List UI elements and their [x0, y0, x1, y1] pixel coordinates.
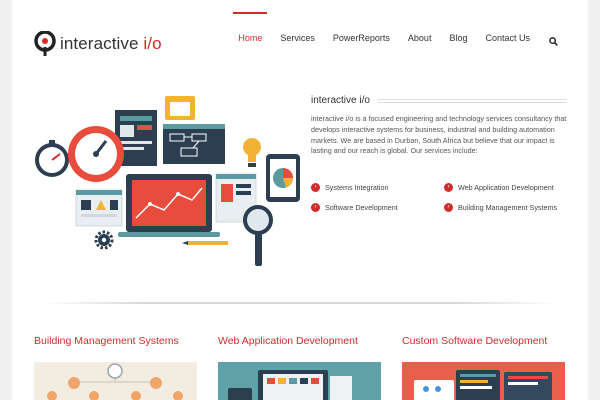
site-logo[interactable]: interactive i/o — [34, 29, 162, 59]
column-title-custom-software[interactable]: Custom Software Development — [402, 335, 547, 347]
search-button[interactable] — [539, 12, 558, 51]
page: interactive i/o Home Services PowerRepor… — [12, 0, 588, 400]
logo-text: interactive i/o — [60, 34, 162, 54]
nav-home[interactable]: Home — [229, 12, 271, 63]
service-label: Systems Integration — [325, 183, 389, 192]
logo-text-accent: i/o — [143, 34, 162, 53]
chevron-right-icon: › — [311, 183, 320, 192]
search-icon — [549, 37, 558, 46]
nav-blog[interactable]: Blog — [440, 12, 476, 63]
tablet-pie-icon — [266, 154, 300, 202]
service-label: Software Development — [325, 203, 398, 212]
service-link-web-application-development[interactable]: › Web Application Development — [444, 183, 554, 192]
web-application-thumbnail[interactable] — [218, 362, 381, 400]
nav-contact-us[interactable]: Contact Us — [476, 12, 539, 63]
column-title-web-application[interactable]: Web Application Development — [218, 335, 358, 347]
hero-illustration — [35, 96, 300, 266]
pencil-icon — [182, 241, 228, 245]
service-label: Web Application Development — [458, 183, 554, 192]
intro-title: interactive i/o — [311, 95, 567, 106]
logo-text-main: interactive — [60, 34, 144, 53]
stopwatch-icon — [35, 140, 69, 177]
service-link-building-management-systems[interactable]: › Building Management Systems — [444, 203, 557, 212]
title-rule — [377, 98, 567, 103]
chevron-right-icon: › — [311, 203, 320, 212]
intro-paragraph: interactive i/o is a focused engineering… — [311, 114, 567, 156]
main-nav: Home Services PowerReports About Blog Co… — [229, 12, 558, 63]
logo-icon — [34, 31, 56, 56]
nav-powerreports[interactable]: PowerReports — [324, 12, 399, 63]
chevron-right-icon: › — [444, 203, 453, 212]
service-link-systems-integration[interactable]: › Systems Integration — [311, 183, 389, 192]
service-label: Building Management Systems — [458, 203, 558, 212]
chevron-right-icon: › — [444, 183, 453, 192]
gear-icon — [94, 230, 114, 250]
section-divider — [42, 302, 558, 304]
magnifier-icon — [243, 205, 273, 266]
lightbulb-icon — [243, 138, 261, 167]
custom-software-thumbnail[interactable] — [402, 362, 565, 400]
flowchart-card-icon — [163, 124, 225, 164]
gauge-icon — [68, 126, 124, 182]
nav-about[interactable]: About — [399, 12, 441, 63]
column-title-building-management[interactable]: Building Management Systems — [34, 335, 179, 347]
building-management-thumbnail[interactable] — [34, 362, 197, 400]
nav-services[interactable]: Services — [271, 12, 324, 63]
intro-title-text: interactive i/o — [311, 95, 370, 106]
service-link-software-development[interactable]: › Software Development — [311, 203, 398, 212]
wifi-icon — [107, 363, 123, 379]
laptop-icon — [118, 174, 220, 237]
